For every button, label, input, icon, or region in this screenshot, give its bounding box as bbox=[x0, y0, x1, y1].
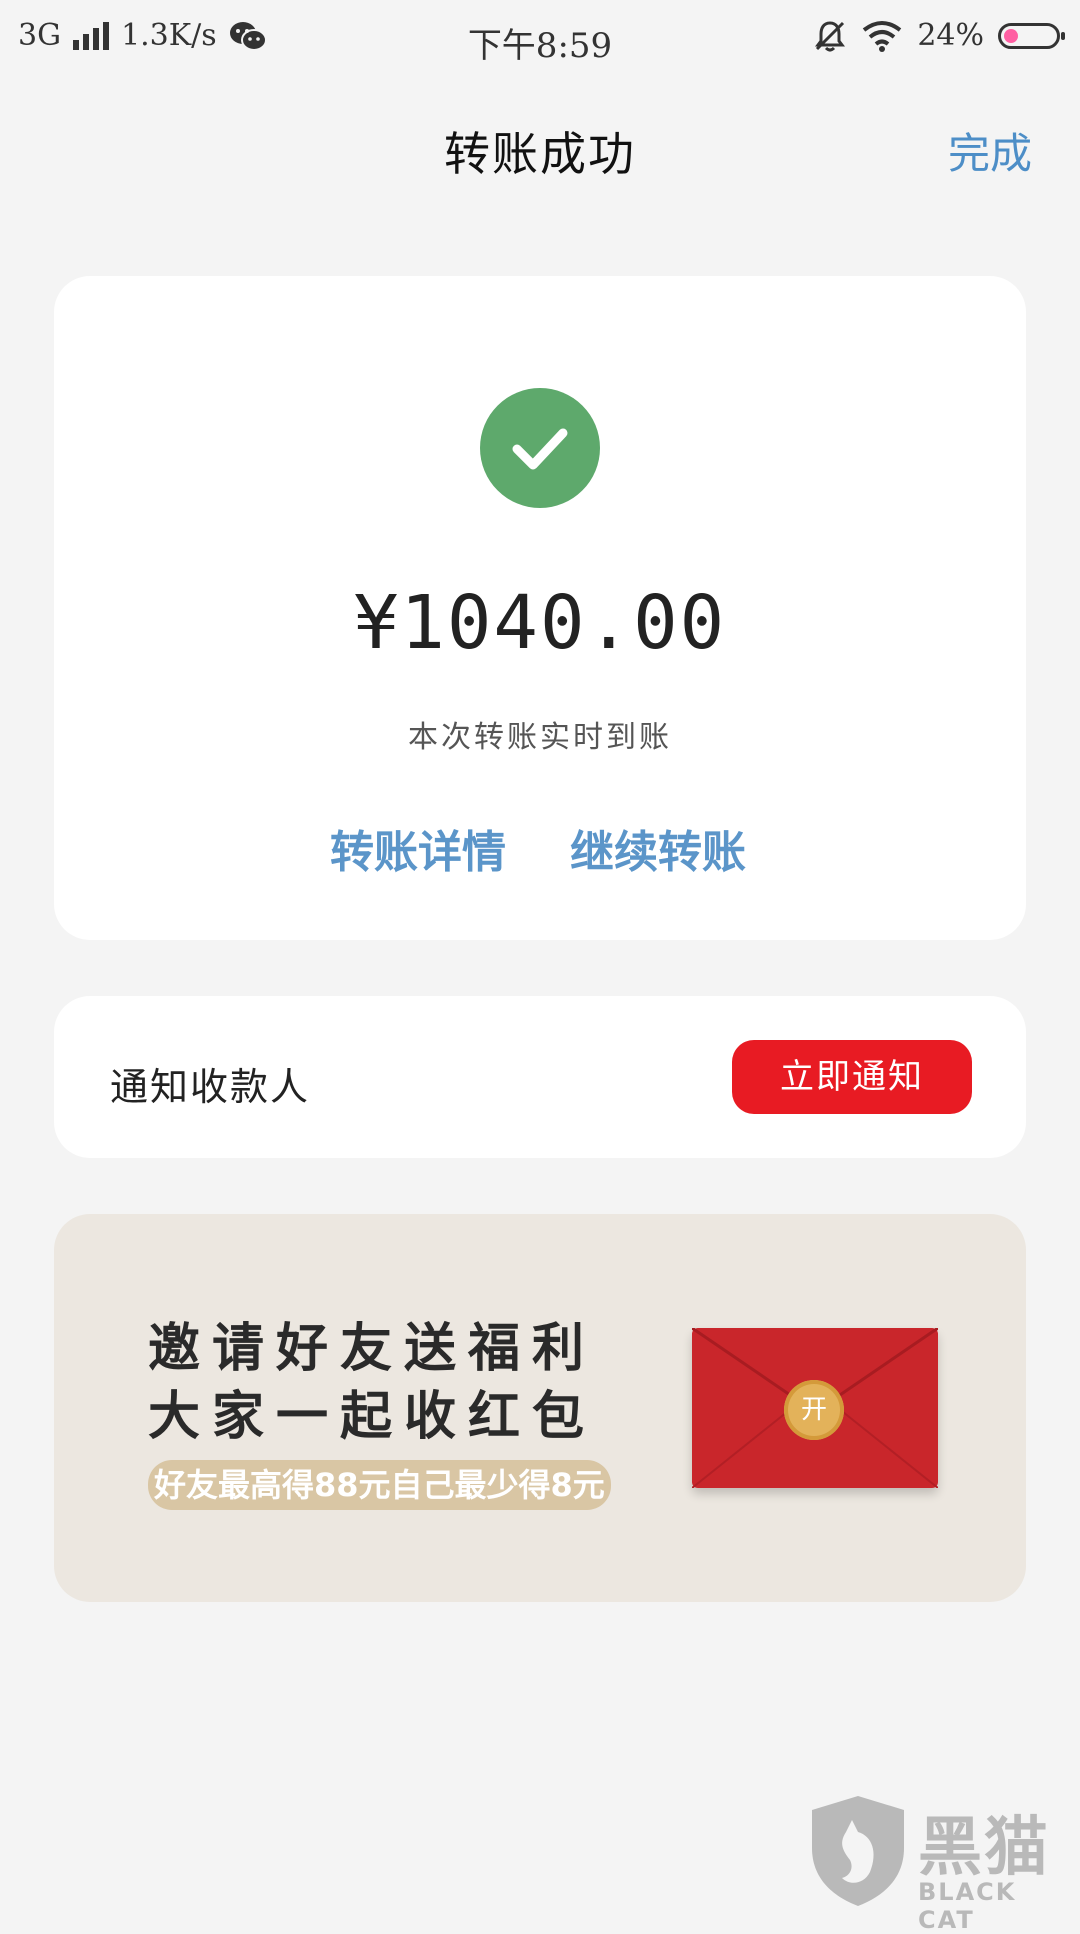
status-bar: 3G 1.3K/s 下午8:59 24% bbox=[0, 0, 1080, 76]
watermark-subtitle: BLACK CAT bbox=[918, 1878, 1076, 1934]
page-title: 转账成功 bbox=[0, 118, 1080, 184]
realtime-note: 本次转账实时到账 bbox=[0, 712, 1080, 756]
done-button[interactable]: 完成 bbox=[948, 120, 1032, 181]
battery-percent: 24% bbox=[917, 18, 984, 53]
nav-bar: 转账成功 完成 bbox=[0, 100, 1080, 200]
invite-promo-banner[interactable]: 邀请好友送福利 大家一起收红包 好友最高得88元自己最少得8元 开 bbox=[54, 1214, 1026, 1602]
transfer-amount: ¥1040.00 bbox=[0, 580, 1080, 666]
success-check-icon bbox=[480, 388, 600, 508]
envelope-seal: 开 bbox=[784, 1380, 844, 1440]
status-right: 24% bbox=[813, 18, 1060, 53]
cat-shield-logo bbox=[806, 1792, 910, 1908]
notify-now-button[interactable]: 立即通知 bbox=[732, 1040, 972, 1114]
continue-transfer-link[interactable]: 继续转账 bbox=[570, 816, 746, 880]
red-envelope-icon: 开 bbox=[692, 1328, 938, 1488]
notify-payee-label: 通知收款人 bbox=[110, 1056, 310, 1111]
banner-reward-pill: 好友最高得88元自己最少得8元 bbox=[148, 1460, 611, 1510]
wifi-icon bbox=[861, 20, 903, 52]
mute-bell-icon bbox=[813, 19, 847, 53]
transfer-detail-link[interactable]: 转账详情 bbox=[330, 816, 506, 880]
banner-headline: 邀请好友送福利 bbox=[148, 1306, 596, 1381]
banner-subheadline: 大家一起收红包 bbox=[148, 1374, 596, 1449]
watermark-title: 黑猫 bbox=[918, 1796, 1050, 1888]
blackcat-watermark: 黑猫 BLACK CAT bbox=[806, 1792, 1076, 1912]
battery-icon bbox=[998, 23, 1060, 49]
